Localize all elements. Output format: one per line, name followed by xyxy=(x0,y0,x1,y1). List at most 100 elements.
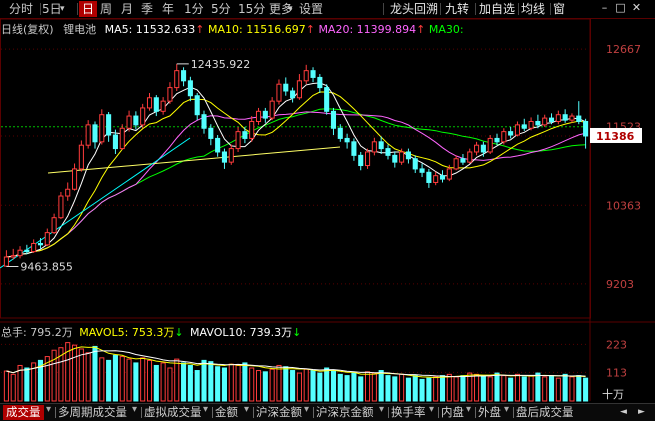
tab-dropdown-icon[interactable]: ▾ xyxy=(379,404,384,415)
volume-bar xyxy=(133,362,139,402)
volume-bar xyxy=(3,370,9,402)
volume-bar xyxy=(494,372,500,402)
volume-bar xyxy=(337,373,343,402)
candle-body xyxy=(330,110,337,129)
volume-bar xyxy=(290,370,296,402)
tab-3[interactable]: 金额 xyxy=(215,405,238,420)
tab-4[interactable]: 沪深金额 xyxy=(256,405,302,420)
candle-body xyxy=(133,115,139,126)
volume-bar xyxy=(72,344,78,402)
low-price-annotation: 9463.855 xyxy=(20,260,73,273)
tab-separator xyxy=(55,407,56,418)
volume-bar xyxy=(399,373,405,402)
volume-bar xyxy=(412,375,418,402)
candle-body xyxy=(514,124,520,136)
volume-bar xyxy=(317,372,323,402)
candle-body xyxy=(344,137,350,143)
scroll-right-icon[interactable]: ► xyxy=(638,405,645,420)
candle-body xyxy=(58,195,64,219)
volume-bar xyxy=(283,366,289,402)
candle-body xyxy=(72,168,78,190)
candle-body xyxy=(365,151,371,167)
candlestick-chart[interactable]: 1266711386103639203115231138612435.92294… xyxy=(0,0,655,403)
candle-body xyxy=(126,115,132,129)
volume-bar xyxy=(378,370,384,402)
candle-body xyxy=(153,97,159,112)
volume-bar xyxy=(446,373,452,402)
candle-body xyxy=(419,168,425,173)
volume-bar xyxy=(521,376,527,402)
candle-body xyxy=(201,114,207,129)
volume-bar xyxy=(569,376,575,402)
candle-body xyxy=(392,154,398,163)
tab-dropdown-icon[interactable]: ▾ xyxy=(203,404,208,415)
tab-dropdown-icon[interactable]: ▾ xyxy=(132,404,137,415)
candle-body xyxy=(453,158,459,170)
tab-2[interactable]: 虚拟成交量 xyxy=(144,405,202,420)
candle-body xyxy=(426,171,432,183)
tab-dropdown-icon[interactable]: ▾ xyxy=(429,404,434,415)
tab-dropdown-icon[interactable]: ▾ xyxy=(46,404,51,415)
volume-bar xyxy=(126,358,132,402)
tab-7[interactable]: 内盘 xyxy=(441,405,464,420)
volume-bar xyxy=(92,345,98,402)
volume-bar xyxy=(106,359,112,402)
candle-body xyxy=(3,256,9,267)
tab-1[interactable]: 多周期成交量 xyxy=(58,405,127,420)
candle-body xyxy=(208,127,214,139)
candle-body xyxy=(296,80,302,99)
tab-dropdown-icon[interactable]: ▾ xyxy=(504,404,509,415)
volume-bar xyxy=(221,367,227,402)
tab-separator xyxy=(212,407,213,418)
volume-bar xyxy=(365,371,371,402)
candle-body xyxy=(78,144,84,170)
volume-bar xyxy=(276,364,282,402)
candle-body xyxy=(548,117,555,122)
candle-body xyxy=(31,242,37,253)
volume-bar xyxy=(385,375,391,402)
candle-body xyxy=(112,134,118,150)
candle-body xyxy=(446,168,452,180)
volume-bar xyxy=(474,373,480,402)
candle-body xyxy=(262,110,268,119)
volume-bar xyxy=(487,376,493,402)
volume-bar xyxy=(501,375,507,402)
volume-bar xyxy=(460,375,466,402)
volume-bar xyxy=(153,364,159,402)
volume-bar xyxy=(181,362,187,402)
candle-body xyxy=(371,141,377,153)
tab-dropdown-icon[interactable]: ▾ xyxy=(304,404,309,415)
ma10-line xyxy=(6,91,586,258)
candle-body xyxy=(412,158,418,170)
tab-0[interactable]: 成交量 xyxy=(3,405,44,420)
candle-body xyxy=(17,249,23,257)
candle-body xyxy=(569,115,575,121)
candle-body xyxy=(187,80,193,97)
volume-bar xyxy=(528,375,534,402)
candle-body xyxy=(99,114,105,143)
volume-bar xyxy=(453,376,459,402)
tab-8[interactable]: 外盘 xyxy=(478,405,501,420)
candle-body xyxy=(467,151,473,163)
candle-body xyxy=(405,151,411,160)
tab-9[interactable]: 盘后成交量 xyxy=(516,405,574,420)
volume-bar xyxy=(249,367,255,402)
tab-6[interactable]: 换手率 xyxy=(391,405,426,420)
candle-body xyxy=(474,144,480,153)
price-axis-label: 10363 xyxy=(606,199,641,212)
tab-dropdown-icon[interactable]: ▾ xyxy=(244,404,249,415)
candle-body xyxy=(583,120,589,137)
candle-body xyxy=(555,114,561,122)
tab-5[interactable]: 沪深京金额 xyxy=(316,405,374,420)
volume-bar xyxy=(112,354,118,402)
volume-bar xyxy=(535,372,541,402)
candle-body xyxy=(487,137,493,153)
candle-body xyxy=(542,117,548,126)
volume-bar xyxy=(85,352,91,402)
scroll-left-icon[interactable]: ◄ xyxy=(620,405,627,420)
trend-line-rising xyxy=(0,137,191,269)
volume-bar xyxy=(99,357,105,402)
tab-dropdown-icon[interactable]: ▾ xyxy=(466,404,471,415)
tab-separator xyxy=(141,407,142,418)
indicator-tabs: 成交量 ▾ 多周期成交量 ▾ 虚拟成交量 ▾ 金额 ▾ 沪深金额 ▾ 沪深京金额 ▾ 换手率 ▾ 内盘 ▾ 外盘… xyxy=(0,403,655,421)
